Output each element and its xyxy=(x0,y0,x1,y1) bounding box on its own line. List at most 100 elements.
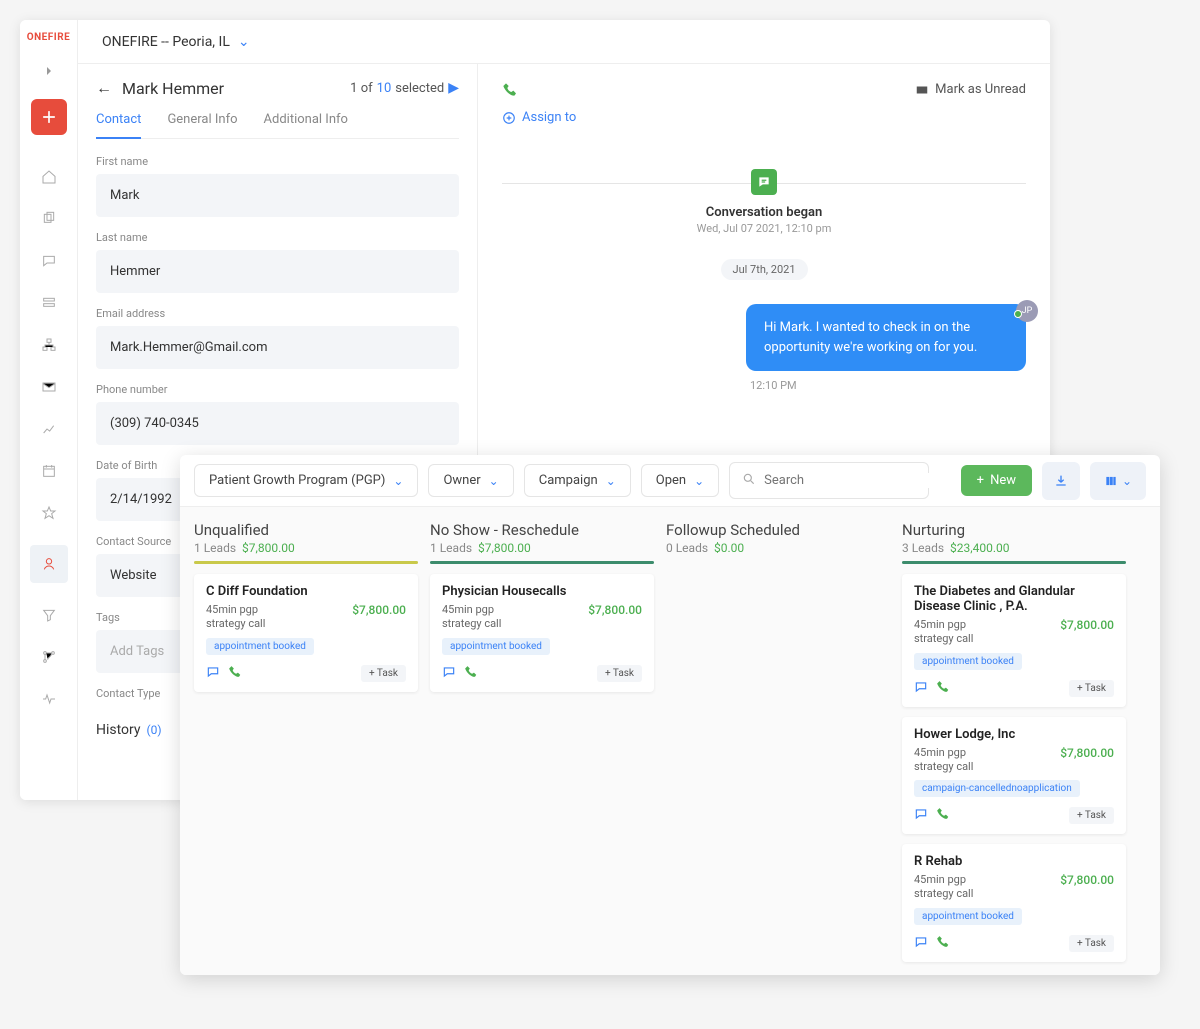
card-add-task-button[interactable]: + Task xyxy=(1069,935,1114,952)
first-name-field[interactable] xyxy=(96,174,459,217)
filter-owner[interactable]: Owner ⌄ xyxy=(428,464,513,497)
search-input[interactable] xyxy=(764,473,930,488)
phone-field[interactable] xyxy=(96,402,459,445)
collapse-sidebar-button[interactable] xyxy=(37,59,61,83)
kanban-toolbar: Patient Growth Program (PGP) ⌄ Owner ⌄ C… xyxy=(180,455,1160,507)
card-tag: appointment booked xyxy=(206,638,314,655)
card-tag: appointment booked xyxy=(914,653,1022,670)
message-icon xyxy=(757,175,771,189)
nav-copies[interactable] xyxy=(39,209,59,229)
nav-analytics[interactable] xyxy=(39,419,59,439)
email-field[interactable] xyxy=(96,326,459,369)
nav-home[interactable] xyxy=(39,167,59,187)
plus-icon xyxy=(39,107,59,127)
column-title: No Show - Reschedule xyxy=(430,521,654,539)
calendar-icon xyxy=(41,463,57,479)
card-chat-button[interactable] xyxy=(442,665,456,682)
org-name: ONEFIRE -- Peoria, IL xyxy=(102,34,230,50)
column-subtitle: 1 Leads $7,800.00 xyxy=(194,541,418,555)
nav-org[interactable] xyxy=(39,335,59,355)
view-toggle-button[interactable]: ⌄ xyxy=(1090,462,1146,500)
kanban-window: Patient Growth Program (PGP) ⌄ Owner ⌄ C… xyxy=(180,455,1160,975)
chevron-down-icon: ⌄ xyxy=(1122,474,1132,488)
mark-unread-button[interactable]: Mark as Unread xyxy=(915,82,1026,97)
pager-selected-label: selected xyxy=(395,81,444,96)
column-subtitle: 3 Leads $23,400.00 xyxy=(902,541,1126,555)
card-chat-button[interactable] xyxy=(914,935,928,952)
email-label: Email address xyxy=(96,307,459,320)
kanban-card[interactable]: Physician Housecalls 45min pgpstrategy c… xyxy=(430,574,654,692)
tab-additional[interactable]: Additional Info xyxy=(264,112,348,138)
card-price: $7,800.00 xyxy=(352,603,406,617)
conversation-start: Conversation began Wed, Jul 07 2021, 12:… xyxy=(502,169,1026,280)
card-add-task-button[interactable]: + Task xyxy=(597,665,642,682)
card-meta: 45min pgpstrategy call xyxy=(914,618,973,647)
funnel-icon xyxy=(41,607,57,623)
nav-activity[interactable] xyxy=(39,689,59,709)
column-title: Followup Scheduled xyxy=(666,521,890,539)
card-title: C Diff Foundation xyxy=(206,584,406,599)
nav-contacts[interactable] xyxy=(30,545,68,583)
kanban-card[interactable]: R Rehab 45min pgpstrategy call $7,800.00… xyxy=(902,844,1126,962)
envelope-icon xyxy=(915,83,929,97)
mark-unread-label: Mark as Unread xyxy=(935,82,1026,97)
nav-list[interactable] xyxy=(39,293,59,313)
chevron-right-icon xyxy=(41,63,57,79)
card-call-button[interactable] xyxy=(228,665,242,682)
kanban-card[interactable]: Hower Lodge, Inc 45min pgpstrategy call … xyxy=(902,717,1126,835)
new-button[interactable]: + New xyxy=(961,465,1032,496)
pager-total: 10 xyxy=(377,81,392,96)
conversation-began-date: Wed, Jul 07 2021, 12:10 pm xyxy=(502,222,1026,235)
chevron-down-icon: ⌄ xyxy=(606,474,616,488)
card-call-button[interactable] xyxy=(464,665,478,682)
kanban-column: No Show - Reschedule 1 Leads $7,800.00 P… xyxy=(430,521,654,961)
card-action-icons xyxy=(914,807,950,824)
filter-program[interactable]: Patient Growth Program (PGP) ⌄ xyxy=(194,464,418,497)
card-add-task-button[interactable]: + Task xyxy=(1069,807,1114,824)
download-button[interactable] xyxy=(1042,462,1080,500)
filter-campaign[interactable]: Campaign ⌄ xyxy=(524,464,631,497)
nav-filter[interactable] xyxy=(39,605,59,625)
org-selector[interactable]: ONEFIRE -- Peoria, IL ⌄ xyxy=(78,20,1050,64)
nav-mail[interactable] xyxy=(39,377,59,397)
column-title: Unqualified xyxy=(194,521,418,539)
card-call-button[interactable] xyxy=(936,935,950,952)
call-button[interactable] xyxy=(502,82,576,102)
card-add-task-button[interactable]: + Task xyxy=(1069,680,1114,697)
card-tag: appointment booked xyxy=(914,908,1022,925)
assign-button[interactable]: Assign to xyxy=(502,110,576,125)
nav-branch[interactable] xyxy=(39,647,59,667)
kanban-card[interactable]: The Diabetes and Glandular Disease Clini… xyxy=(902,574,1126,707)
card-call-button[interactable] xyxy=(936,807,950,824)
last-name-field[interactable] xyxy=(96,250,459,293)
chevron-down-icon: ⌄ xyxy=(238,34,250,50)
nav-star[interactable] xyxy=(39,503,59,523)
card-title: Physician Housecalls xyxy=(442,584,642,599)
kanban-search[interactable] xyxy=(729,462,929,499)
search-icon xyxy=(742,471,756,490)
back-arrow-icon[interactable]: ← xyxy=(96,78,112,98)
filter-status[interactable]: Open ⌄ xyxy=(641,464,719,497)
pager-next-icon[interactable]: ▶ xyxy=(448,80,459,96)
nav-chat[interactable] xyxy=(39,251,59,271)
assign-label: Assign to xyxy=(522,110,576,125)
chevron-down-icon: ⌄ xyxy=(393,474,403,488)
nav-calendar[interactable] xyxy=(39,461,59,481)
message-bubble: Hi Mark. I wanted to check in on the opp… xyxy=(746,304,1026,371)
card-add-task-button[interactable]: + Task xyxy=(361,665,406,682)
new-label: New xyxy=(990,473,1016,488)
sidebar-nav xyxy=(30,167,68,709)
first-name-label: First name xyxy=(96,155,459,168)
date-separator: Jul 7th, 2021 xyxy=(721,259,808,280)
card-chat-button[interactable] xyxy=(914,807,928,824)
card-price: $7,800.00 xyxy=(1060,746,1114,760)
tab-contact[interactable]: Contact xyxy=(96,112,141,139)
card-chat-button[interactable] xyxy=(914,680,928,697)
card-call-button[interactable] xyxy=(936,680,950,697)
history-label: History xyxy=(96,722,141,738)
plus-icon: + xyxy=(977,473,984,488)
add-button[interactable] xyxy=(31,99,67,135)
card-chat-button[interactable] xyxy=(206,665,220,682)
kanban-card[interactable]: C Diff Foundation 45min pgpstrategy call… xyxy=(194,574,418,692)
tab-general[interactable]: General Info xyxy=(167,112,237,138)
